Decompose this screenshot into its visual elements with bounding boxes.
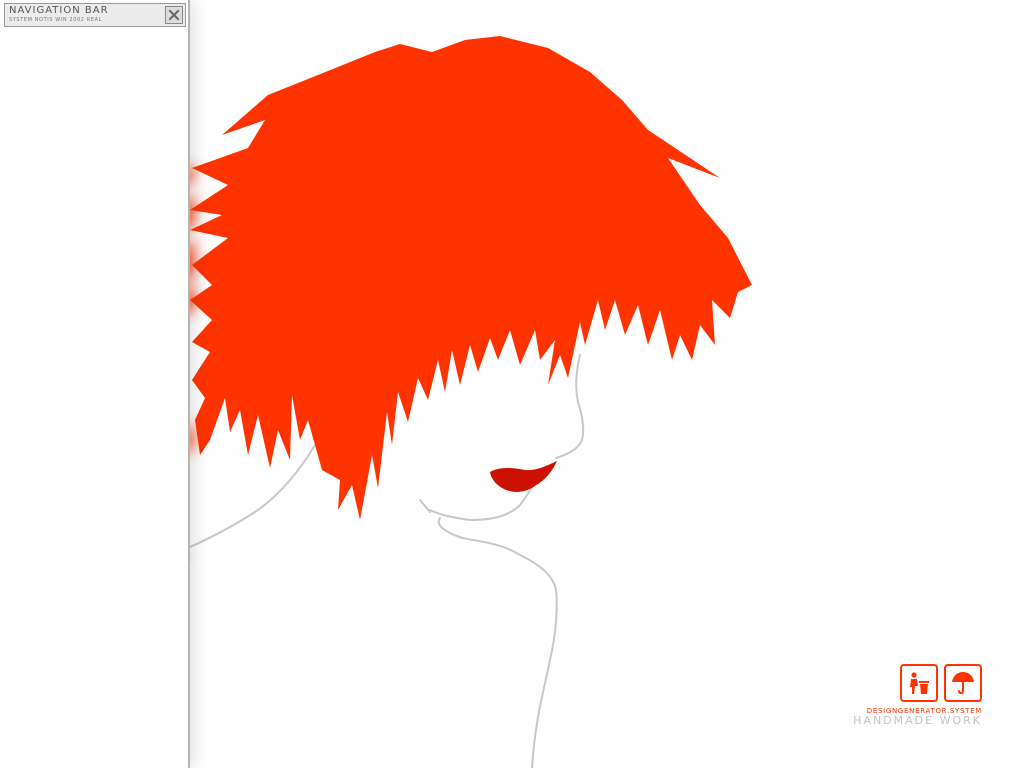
umbrella-button[interactable]	[944, 664, 982, 702]
brand-badge: DESIGNGENERATOR.SYSTEM HANDMADE WORK	[800, 664, 984, 728]
navigation-panel: NAVIGATION BAR SYSTEM NOTIS WIN 2002 REA…	[0, 0, 190, 768]
trash-can-button[interactable]	[900, 664, 938, 702]
close-button[interactable]	[165, 6, 183, 24]
navigation-bar[interactable]: NAVIGATION BAR SYSTEM NOTIS WIN 2002 REA…	[4, 3, 186, 27]
close-icon	[168, 9, 180, 21]
lips-shape	[490, 461, 557, 492]
navigation-subtitle: SYSTEM NOTIS WIN 2002 REAL	[9, 17, 102, 23]
handmade-work-label: HANDMADE WORK	[853, 714, 982, 727]
navigation-title: NAVIGATION BAR	[9, 5, 109, 16]
hair-shape	[190, 36, 752, 520]
trash-can-icon	[910, 672, 929, 694]
umbrella-icon	[952, 672, 974, 695]
